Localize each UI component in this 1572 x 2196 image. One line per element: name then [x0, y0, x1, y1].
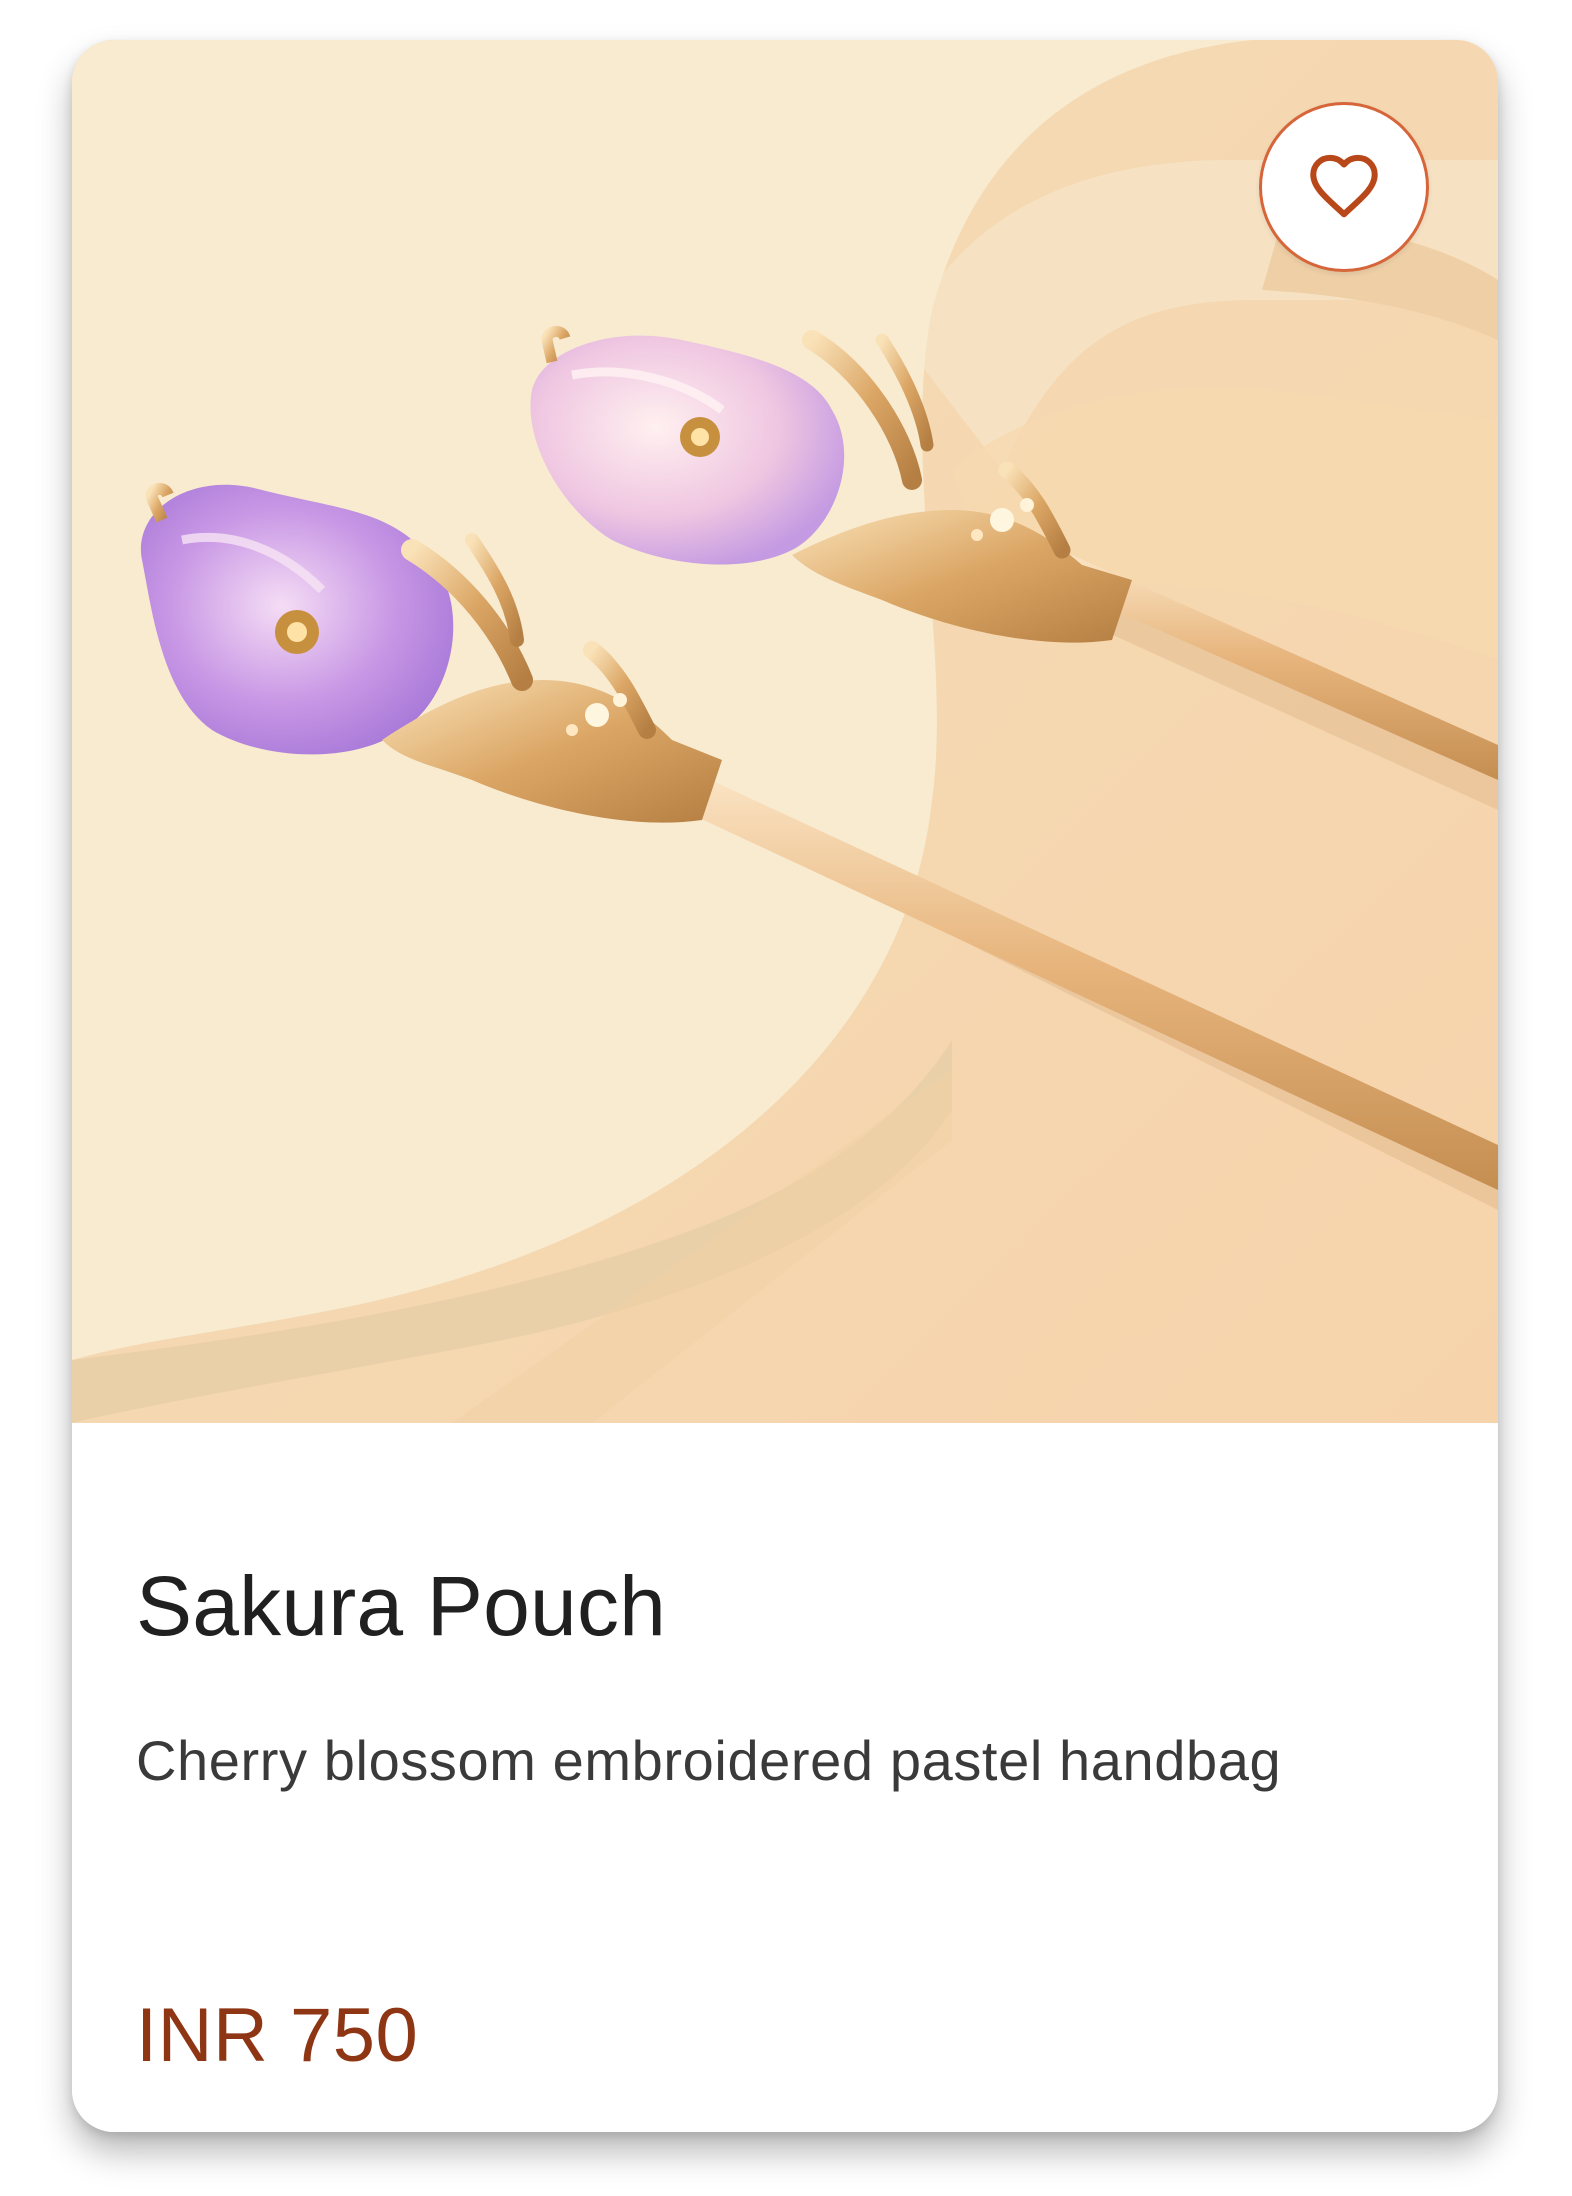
product-image[interactable] — [72, 40, 1498, 1423]
product-price: INR 750 — [136, 1993, 419, 2078]
product-page: Sakura Pouch Cherry blossom embroidered … — [0, 0, 1572, 2196]
product-info: Sakura Pouch Cherry blossom embroidered … — [72, 1423, 1498, 2132]
heart-outline-icon — [1310, 154, 1378, 218]
product-description: Cherry blossom embroidered pastel handba… — [136, 1729, 1282, 1792]
favorite-button[interactable] — [1259, 102, 1429, 272]
product-card[interactable]: Sakura Pouch Cherry blossom embroidered … — [72, 40, 1498, 2132]
product-title[interactable]: Sakura Pouch — [136, 1556, 666, 1656]
